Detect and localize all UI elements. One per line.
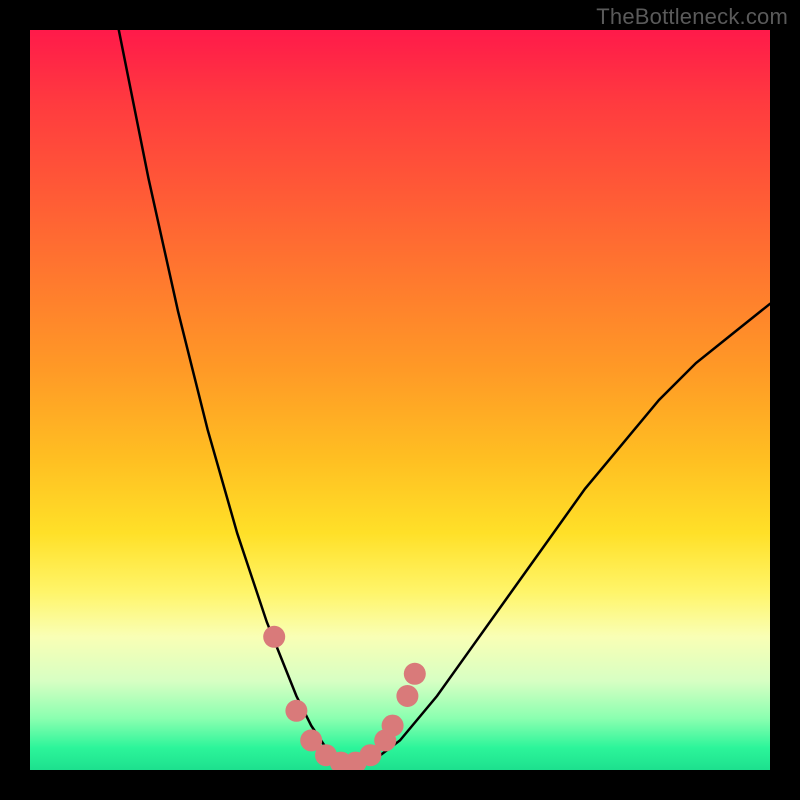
curve-marker — [382, 715, 404, 737]
watermark-text: TheBottleneck.com — [596, 4, 788, 30]
chart-frame: TheBottleneck.com — [0, 0, 800, 800]
plot-area — [30, 30, 770, 770]
curve-layer — [30, 30, 770, 770]
curve-marker — [263, 626, 285, 648]
bottleneck-curve — [119, 30, 770, 766]
curve-marker — [396, 685, 418, 707]
curve-marker — [285, 700, 307, 722]
curve-marker — [404, 663, 426, 685]
curve-markers — [263, 626, 426, 770]
bottleneck-curve-path — [119, 30, 770, 766]
